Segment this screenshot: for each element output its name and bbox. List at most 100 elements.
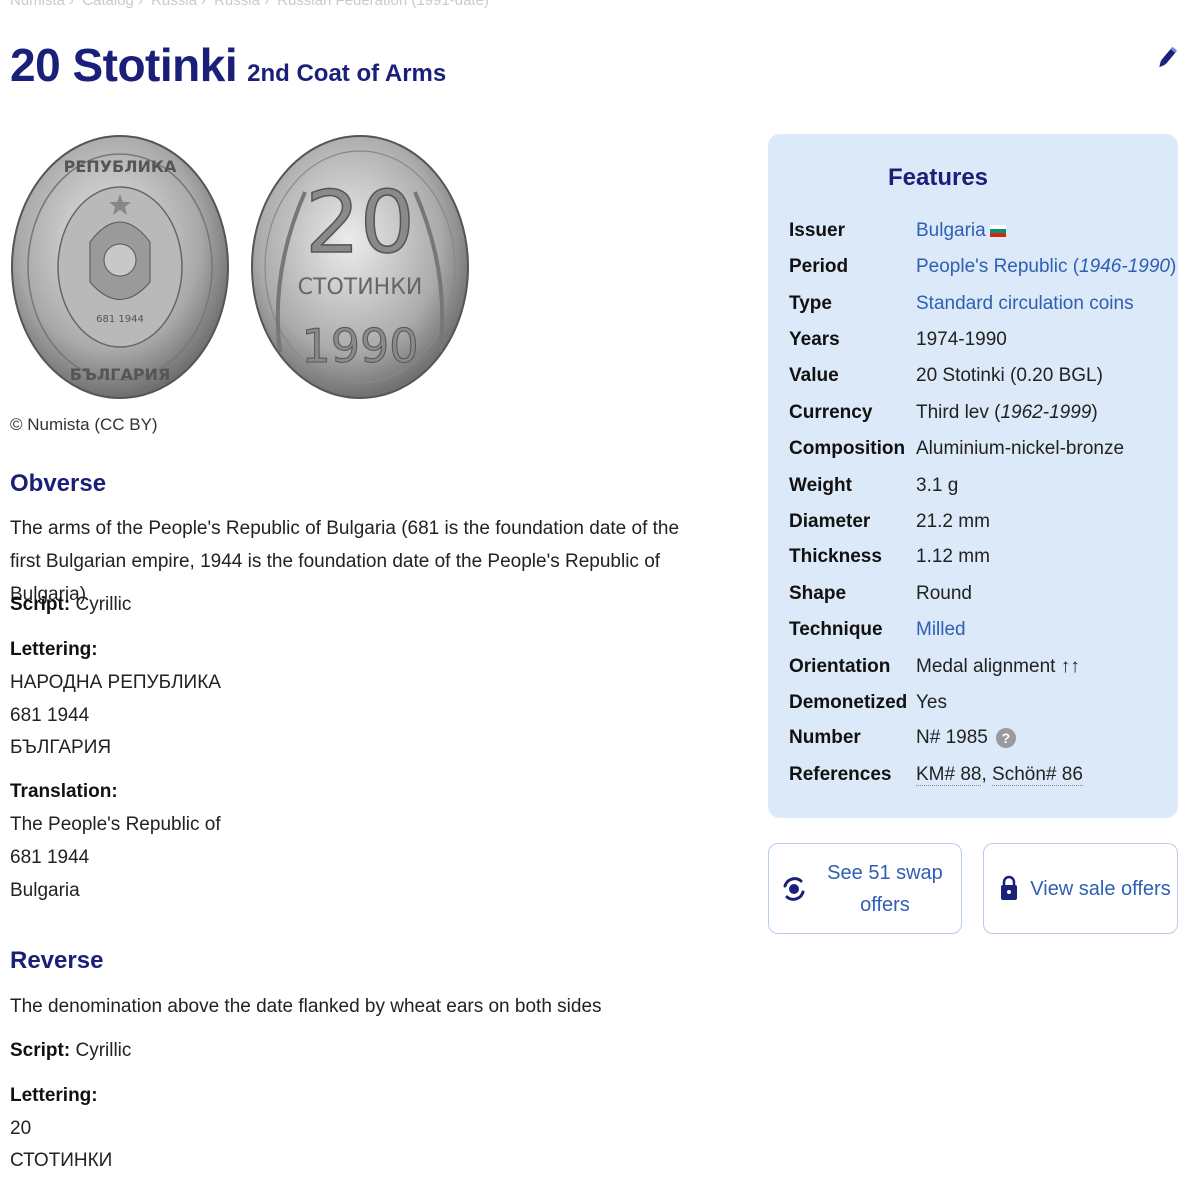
page-subtitle: 2nd Coat of Arms: [247, 60, 447, 87]
feature-row-issuer: Issuer Bulgaria: [789, 220, 1006, 242]
bulgaria-flag-icon: [989, 224, 1006, 237]
obverse-translation-line: Bulgaria: [10, 880, 80, 901]
feature-value: N# 1985?: [916, 727, 1016, 749]
feature-value: 1.12 mm: [916, 546, 990, 567]
page-title: 20 Stotinki: [10, 39, 238, 91]
feature-key: Diameter: [789, 511, 871, 532]
script-value: Cyrillic: [75, 594, 132, 615]
reverse-lettering-line: 20: [10, 1118, 32, 1139]
svg-text:СТОТИНКИ: СТОТИНКИ: [298, 275, 423, 300]
feature-row-demonetized: Demonetized Yes: [789, 692, 947, 714]
coin-images: РЕПУБЛИКА БЪЛГАРИЯ 681 1944 20 СТОТИНКИ …: [10, 132, 470, 402]
breadcrumb-item[interactable]: Russia: [214, 0, 260, 9]
obverse-lettering-label: Lettering:: [10, 639, 98, 661]
feature-key: Value: [789, 365, 839, 386]
svg-text:20: 20: [305, 173, 414, 273]
obverse-translation-line: 681 1944: [10, 847, 90, 868]
feature-value-link[interactable]: Standard circulation coins: [916, 293, 1134, 315]
feature-row-shape: Shape Round: [789, 583, 972, 605]
feature-key: Shape: [789, 583, 847, 604]
feature-row-weight: Weight 3.1 g: [789, 475, 958, 497]
lettering-label: Lettering:: [10, 1085, 98, 1106]
obverse-coin-image[interactable]: РЕПУБЛИКА БЪЛГАРИЯ 681 1944: [10, 132, 230, 402]
breadcrumb-item[interactable]: Russia: [151, 0, 197, 9]
feature-value: 21.2 mm: [916, 511, 990, 532]
feature-key: Thickness: [789, 546, 882, 567]
feature-row-value: Value 20 Stotinki (0.20 BGL): [789, 365, 1103, 387]
feature-key: Issuer: [789, 220, 845, 241]
feature-value: Aluminium-nickel-bronze: [916, 438, 1125, 459]
feature-row-diameter: Diameter 21.2 mm: [789, 511, 990, 533]
feature-row-composition: Composition Aluminium-nickel-bronze: [789, 438, 1124, 460]
feature-value: Yes: [916, 692, 947, 713]
script-label: Script:: [10, 594, 71, 615]
feature-row-references: References KM# 88, Schön# 86: [789, 764, 1083, 786]
feature-value: 20 Stotinki (0.20 BGL): [916, 365, 1103, 386]
edit-pencil-icon[interactable]: [1155, 44, 1179, 72]
feature-key: Years: [789, 329, 840, 350]
svg-text:РЕПУБЛИКА: РЕПУБЛИКА: [64, 157, 177, 176]
obverse-translation-label: Translation:: [10, 781, 118, 803]
reference-schon[interactable]: Schön# 86: [992, 764, 1083, 786]
feature-key: References: [789, 764, 892, 785]
feature-key: Weight: [789, 475, 852, 496]
breadcrumb: Numista › Catalog › Russia › Russia › Russia…: [10, 0, 493, 9]
breadcrumb-item[interactable]: Numista: [10, 0, 65, 9]
feature-key: Orientation: [789, 656, 891, 677]
features-panel: Features Issuer Bulgaria Period People's…: [768, 134, 1178, 818]
obverse-lettering-line: 681 1944: [10, 705, 90, 726]
reverse-heading: Reverse: [10, 947, 104, 974]
svg-text:БЪЛГАРИЯ: БЪЛГАРИЯ: [70, 365, 171, 384]
feature-row-number: Number N# 1985?: [789, 727, 1016, 749]
feature-value: Round: [916, 583, 972, 604]
obverse-heading: Obverse: [10, 470, 107, 497]
script-label: Script:: [10, 1040, 71, 1061]
breadcrumb-item[interactable]: Catalog: [82, 0, 134, 9]
lettering-label: Lettering:: [10, 639, 98, 660]
feature-key: Number: [789, 727, 861, 748]
feature-value: Medal alignment ↑↑: [916, 656, 1080, 677]
feature-value-link[interactable]: People's Republic (1946-1990): [916, 256, 1176, 278]
feature-value-link[interactable]: Bulgaria: [916, 220, 1006, 242]
reference-km[interactable]: KM# 88: [916, 764, 982, 786]
reverse-coin-image[interactable]: 20 СТОТИНКИ 1990: [250, 132, 470, 402]
sale-offers-label: View sale offers: [1030, 877, 1171, 900]
help-question-icon[interactable]: ?: [995, 727, 1016, 748]
image-credit: © Numista (CC BY): [10, 415, 158, 434]
feature-value: 1974-1990: [916, 329, 1007, 350]
feature-key: Demonetized: [789, 692, 908, 713]
reverse-description: The denomination above the date flanked …: [10, 996, 602, 1017]
features-heading: Features: [887, 164, 989, 191]
feature-row-type: Type Standard circulation coins: [789, 293, 1134, 315]
feature-key: Period: [789, 256, 849, 277]
feature-value-link[interactable]: Milled: [916, 619, 966, 641]
feature-value: KM# 88, Schön# 86: [916, 764, 1083, 786]
feature-row-orientation: Orientation Medal alignment ↑↑: [789, 656, 1080, 678]
feature-key: Composition: [789, 438, 906, 459]
feature-key: Currency: [789, 402, 873, 423]
feature-value: Third lev (1962-1999): [916, 402, 1098, 423]
swap-icon: [783, 876, 805, 901]
feature-row-currency: Currency Third lev (1962-1999): [789, 402, 1098, 424]
swap-offers-label: See 51 swap offers: [827, 861, 943, 916]
feature-row-period: Period People's Republic (1946-1990): [789, 256, 1176, 278]
obverse-lettering-line: НАРОДНА РЕПУБЛИКА: [10, 672, 221, 693]
feature-value: 3.1 g: [916, 475, 959, 496]
obverse-script: Script: Cyrillic: [10, 594, 131, 616]
obverse-lettering-line: БЪЛГАРИЯ: [10, 737, 112, 758]
reverse-lettering-line: СТОТИНКИ: [10, 1150, 113, 1171]
feature-row-thickness: Thickness 1.12 mm: [789, 546, 990, 568]
breadcrumb-item[interactable]: Russian Federation (1991-date): [277, 0, 489, 9]
feature-key: Technique: [789, 619, 883, 640]
svg-text:681 1944: 681 1944: [96, 314, 144, 325]
reverse-lettering-label: Lettering:: [10, 1085, 98, 1107]
svg-text:1990: 1990: [301, 319, 418, 373]
obverse-translation-line: The People's Republic of: [10, 814, 221, 835]
sale-offers-button[interactable]: View sale offers: [983, 843, 1178, 934]
script-value: Cyrillic: [75, 1040, 132, 1061]
translation-label: Translation:: [10, 781, 118, 802]
swap-offers-button[interactable]: See 51 swap offers: [768, 843, 962, 934]
feature-row-years: Years 1974-1990: [789, 329, 1007, 351]
page-header: 20 Stotinki 2nd Coat of Arms: [10, 38, 446, 92]
reverse-script: Script: Cyrillic: [10, 1040, 131, 1062]
